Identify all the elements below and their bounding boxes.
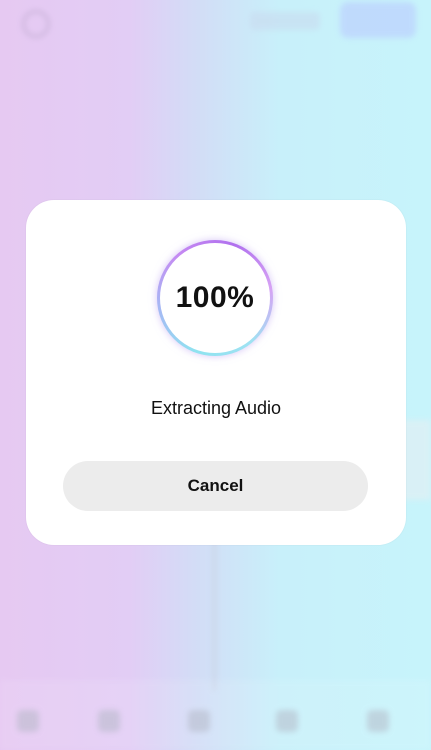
progress-ring-center: 100% <box>160 243 270 353</box>
modal-overlay: 100% Extracting Audio Cancel <box>0 0 431 750</box>
progress-percent: 100% <box>175 281 255 314</box>
progress-ring-icon: 100% <box>157 240 273 356</box>
progress-dialog: 100% Extracting Audio Cancel <box>26 200 406 545</box>
status-text: Extracting Audio <box>150 398 282 418</box>
cancel-button[interactable]: Cancel <box>63 461 368 511</box>
